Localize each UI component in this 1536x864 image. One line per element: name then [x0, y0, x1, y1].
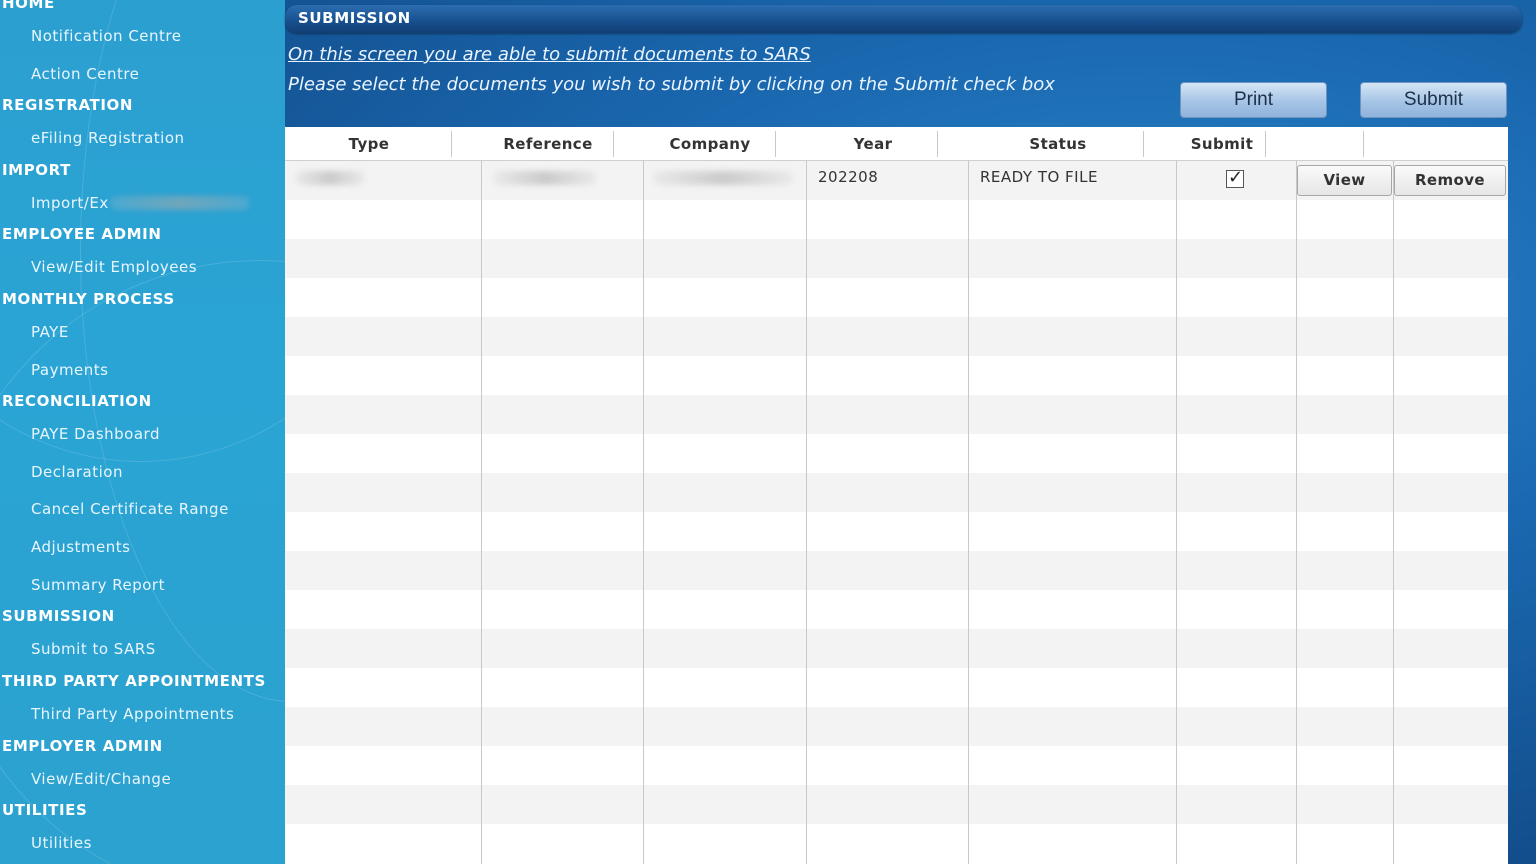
header-separator: [1265, 131, 1266, 157]
table-row: [285, 239, 1508, 278]
sidebar-section-employer-admin[interactable]: EMPLOYER ADMIN: [2, 737, 163, 755]
view-button[interactable]: View: [1297, 165, 1392, 196]
row-year: 202208: [818, 168, 879, 186]
submit-checkbox[interactable]: ✓: [1226, 167, 1244, 188]
sidebar-item-action-centre[interactable]: Action Centre: [31, 65, 139, 83]
column-divider: [643, 127, 644, 864]
instruction-text: Please select the documents you wish to …: [288, 74, 1055, 95]
sidebar-item-view-edit-change[interactable]: View/Edit/Change: [31, 770, 171, 788]
sidebar-item-notification-centre[interactable]: Notification Centre: [31, 27, 182, 45]
table-row: [285, 317, 1508, 356]
table-row: [285, 785, 1508, 824]
sidebar-item-summary-report[interactable]: Summary Report: [31, 576, 165, 594]
redacted-type: [295, 171, 365, 185]
sidebar-item-declaration[interactable]: Declaration: [31, 463, 123, 481]
page-header-bar: SUBMISSION: [285, 5, 1522, 33]
sidebar-item-efiling-registration[interactable]: eFiling Registration: [31, 129, 185, 147]
submit-button[interactable]: Submit: [1360, 82, 1507, 118]
header-separator: [613, 131, 614, 157]
column-divider: [1393, 127, 1394, 864]
column-divider: [806, 127, 807, 864]
sidebar-section-home[interactable]: HOME: [2, 0, 55, 12]
sars-info-link[interactable]: On this screen you are able to submit do…: [288, 44, 811, 65]
table-header-row: Type Reference Company Year Status Submi…: [285, 127, 1508, 161]
sidebar-section-employee-admin[interactable]: EMPLOYEE ADMIN: [2, 225, 162, 243]
sidebar-section-reconciliation[interactable]: RECONCILIATION: [2, 392, 152, 410]
sidebar-item-utilities[interactable]: Utilities: [31, 834, 92, 852]
header-separator: [1143, 131, 1144, 157]
column-header-year[interactable]: Year: [806, 135, 940, 153]
header-separator: [1363, 131, 1364, 157]
sidebar-item-cancel-certificate-range[interactable]: Cancel Certificate Range: [31, 500, 229, 518]
print-button[interactable]: Print: [1180, 82, 1327, 118]
sidebar-item-adjustments[interactable]: Adjustments: [31, 538, 130, 556]
redacted-reference: [493, 171, 597, 185]
table-row: [285, 473, 1508, 512]
column-header-reference[interactable]: Reference: [481, 135, 615, 153]
sidebar: HOME Notification Centre Action Centre R…: [0, 0, 285, 864]
sidebar-item-payments[interactable]: Payments: [31, 361, 108, 379]
column-divider: [481, 127, 482, 864]
check-icon: ✓: [1228, 167, 1244, 188]
table-row: [285, 551, 1508, 590]
table-row: [285, 395, 1508, 434]
sidebar-item-view-edit-employees[interactable]: View/Edit Employees: [31, 258, 197, 276]
submission-table: Type Reference Company Year Status Submi…: [285, 127, 1508, 864]
sidebar-item-import-export[interactable]: Import/Ex: [31, 194, 109, 212]
sidebar-item-paye[interactable]: PAYE: [31, 323, 69, 341]
sidebar-section-utilities[interactable]: UTILITIES: [2, 801, 87, 819]
column-header-status[interactable]: Status: [968, 135, 1148, 153]
header-separator: [775, 131, 776, 157]
column-header-company[interactable]: Company: [643, 135, 777, 153]
remove-button[interactable]: Remove: [1394, 165, 1506, 196]
row-status: READY TO FILE: [980, 168, 1098, 186]
sidebar-item-submit-to-sars[interactable]: Submit to SARS: [31, 640, 156, 658]
column-divider: [1176, 127, 1177, 864]
column-header-submit[interactable]: Submit: [1176, 135, 1268, 153]
column-header-type[interactable]: Type: [285, 135, 453, 153]
header-separator: [451, 131, 452, 157]
sidebar-section-monthly-process[interactable]: MONTHLY PROCESS: [2, 290, 175, 308]
sidebar-item-paye-dashboard[interactable]: PAYE Dashboard: [31, 425, 160, 443]
header-separator: [937, 131, 938, 157]
table-row: [285, 707, 1508, 746]
sidebar-item-third-party-appointments[interactable]: Third Party Appointments: [31, 705, 234, 723]
column-divider: [968, 127, 969, 864]
sidebar-section-import[interactable]: IMPORT: [2, 161, 71, 179]
redacted-text: [110, 196, 250, 210]
column-divider: [1296, 127, 1297, 864]
redacted-company: [653, 171, 793, 185]
sidebar-section-submission[interactable]: SUBMISSION: [2, 607, 115, 625]
page-title: SUBMISSION: [298, 9, 411, 27]
sidebar-section-third-party-appointments[interactable]: THIRD PARTY APPOINTMENTS: [2, 672, 266, 690]
table-row: [285, 629, 1508, 668]
sidebar-section-registration[interactable]: REGISTRATION: [2, 96, 133, 114]
